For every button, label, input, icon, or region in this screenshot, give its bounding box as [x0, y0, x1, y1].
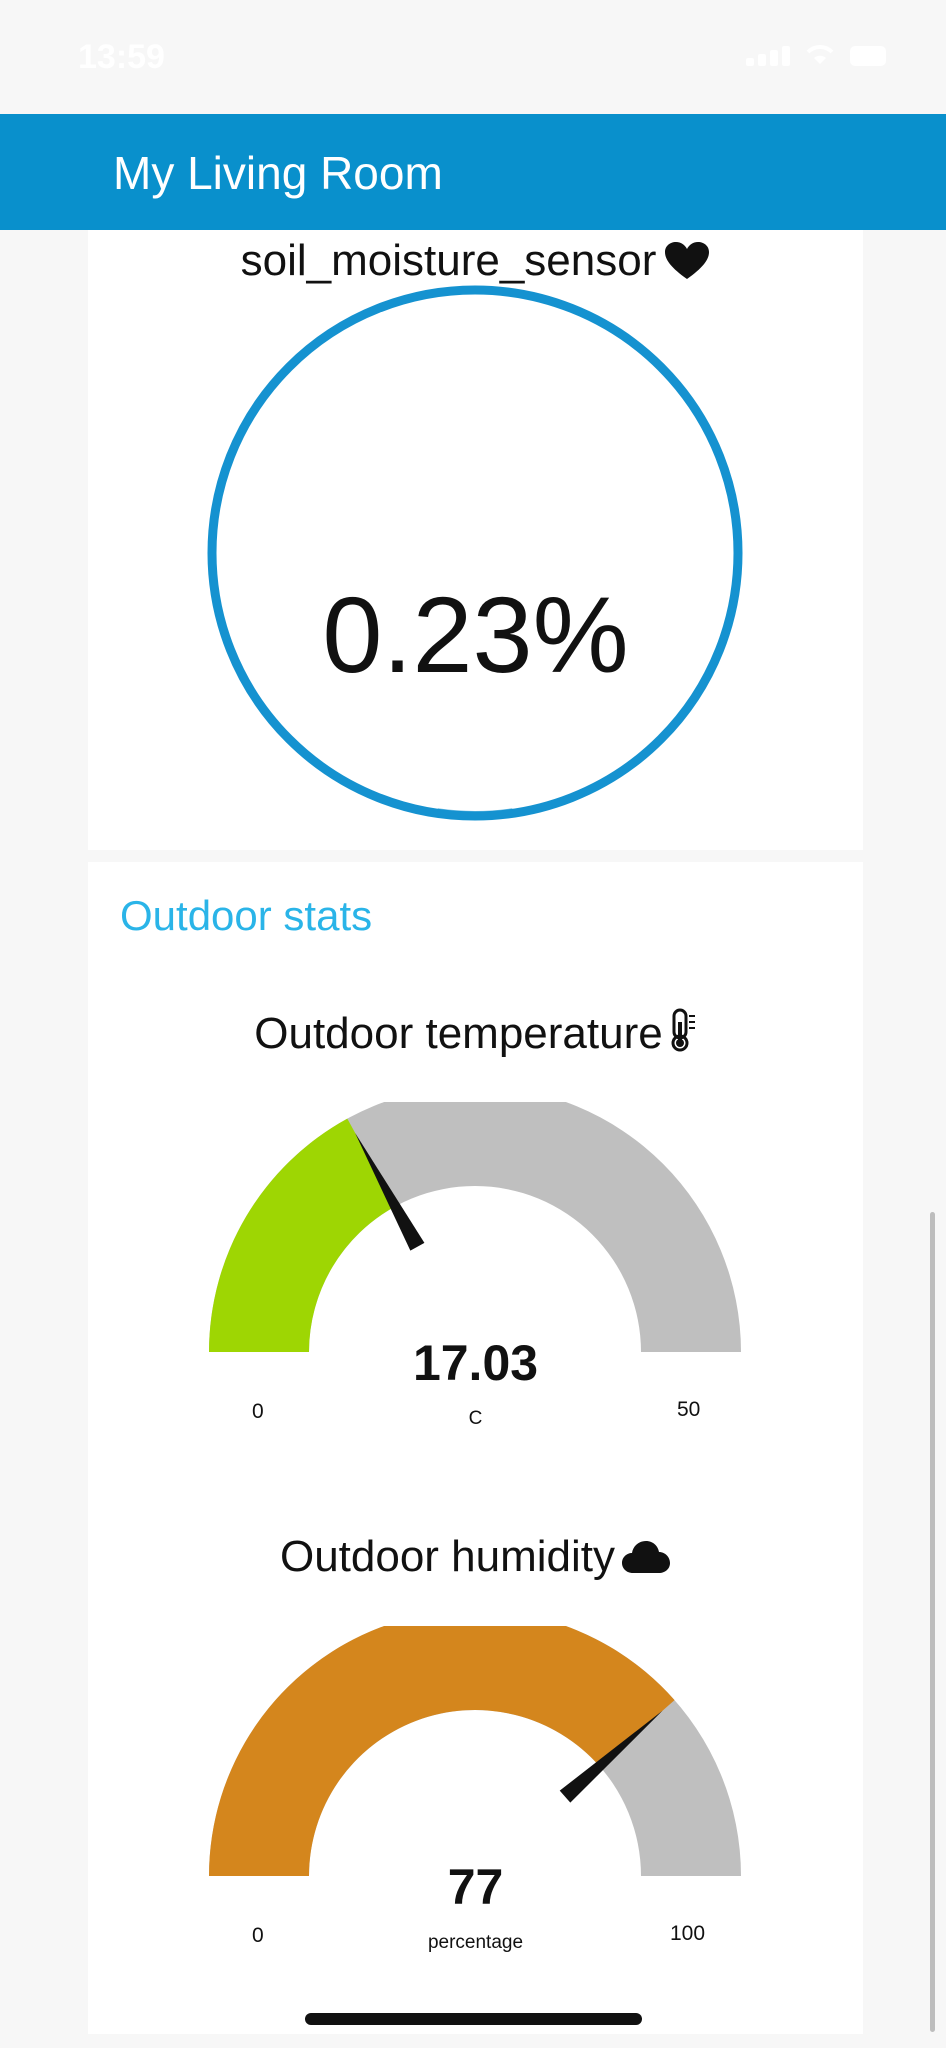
status-icons — [746, 44, 886, 66]
scrollbar[interactable] — [930, 1212, 935, 2032]
humidity-title-text: Outdoor humidity — [279, 1532, 616, 1581]
soil-sensor-title-text: soil_moisture_sensor — [240, 236, 657, 285]
home-indicator[interactable] — [305, 2013, 642, 2025]
cloud-icon — [622, 1541, 671, 1573]
status-bar: 13:59 — [0, 0, 946, 114]
soil-sensor-title: soil_moisture_sensor — [88, 236, 863, 286]
temperature-value: 17.03 — [412, 1335, 539, 1391]
temperature-title: Outdoor temperature — [88, 1008, 863, 1059]
humidity-title: Outdoor humidity — [88, 1532, 863, 1582]
temperature-gauge — [209, 1102, 741, 1352]
status-time: 13:59 — [78, 38, 165, 76]
wifi-icon — [806, 45, 834, 64]
humidity-min-label: 0 — [252, 1924, 264, 1947]
humidity-value: 77 — [447, 1859, 504, 1915]
signal-icon — [746, 46, 790, 66]
ring-track — [207, 285, 743, 821]
temperature-max-label: 50 — [677, 1398, 701, 1421]
outdoor-stats-card: Outdoor stats Outdoor temperature 17.03 … — [88, 862, 863, 2034]
gauge-fill — [209, 1626, 675, 1876]
page-title: My Living Room — [113, 147, 443, 199]
temperature-min-label: 0 — [252, 1400, 264, 1423]
app-header: My Living Room — [0, 114, 946, 230]
temperature-unit: C — [468, 1408, 483, 1429]
section-title: Outdoor stats — [120, 892, 373, 939]
humidity-gauge — [209, 1626, 741, 1876]
thermometer-icon — [671, 1008, 695, 1052]
humidity-unit: percentage — [427, 1932, 524, 1953]
temperature-title-text: Outdoor temperature — [254, 1009, 663, 1058]
heart-icon — [665, 242, 710, 279]
soil-moisture-card: soil_moisture_sensor 0.23% — [88, 230, 863, 850]
battery-icon — [850, 46, 886, 66]
soil-moisture-value: 0.23% — [322, 574, 629, 695]
humidity-max-label: 100 — [670, 1922, 706, 1945]
soil-moisture-ring — [207, 285, 743, 821]
